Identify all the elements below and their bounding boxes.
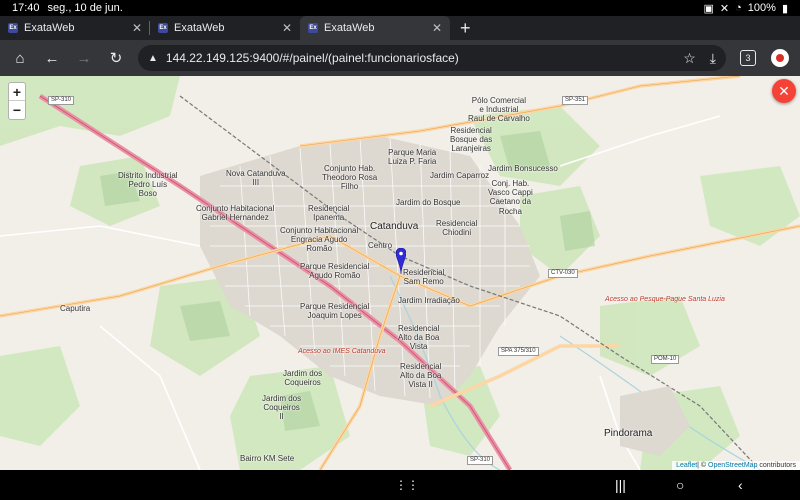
not-secure-icon[interactable]: ▲ [148, 53, 158, 64]
label-nova-catanduva: Nova Catanduva III [226, 169, 286, 188]
tab-title: ExataWeb [24, 22, 75, 34]
address-bar[interactable]: ▲ 144.22.149.125:9400/#/painel/(painel:f… [138, 45, 726, 71]
browser-toolbar: ⌂ ← → ↻ ▲ 144.22.149.125:9400/#/painel/(… [0, 40, 800, 76]
wifi-icon: ◔ [735, 2, 742, 14]
close-tab-icon[interactable]: ✕ [432, 21, 442, 35]
favicon-icon: Ex [308, 23, 318, 33]
road-shield-pom10: POM-10 [651, 355, 680, 364]
label-conj-vasco: Conj. Hab. Vasco Cappi Caetano da Rocha [488, 179, 533, 216]
map-attribution: Leaflet| © OpenStreetMap contributors [672, 461, 800, 470]
reload-icon[interactable]: ↻ [102, 44, 130, 72]
leaflet-link[interactable]: Leaflet [676, 462, 697, 469]
label-jardim-coqueiros-2: Jardim dos Coqueiros II [262, 394, 302, 422]
close-icon: ✕ [778, 82, 790, 99]
system-nav-bar: ⋮⋮ ||| ○ ‹ [0, 470, 800, 500]
app-drawer-icon[interactable]: ⋮⋮ [395, 478, 419, 492]
zoom-out-button[interactable]: − [9, 101, 25, 119]
close-map-button[interactable]: ✕ [772, 79, 796, 103]
url-text[interactable]: 144.22.149.125:9400/#/painel/(painel:fun… [166, 51, 675, 65]
attribution-sep: | © [697, 462, 709, 469]
road-shield-sp351: SP-351 [562, 96, 589, 105]
label-res-ipanema: Residencial Ipanema [308, 204, 350, 223]
close-tab-icon[interactable]: ✕ [282, 21, 292, 35]
road-shield-spa375: SPA 375/310 [498, 347, 539, 356]
recents-icon[interactable]: ||| [615, 477, 626, 493]
label-bosque-laranjeiras: Residencial Bosque das Laranjeiras [450, 126, 493, 154]
tab-switcher-button[interactable]: 3 [734, 44, 762, 72]
profile-button[interactable] [766, 44, 794, 72]
download-icon[interactable]: ⤓ [710, 50, 716, 67]
favicon-icon: Ex [158, 23, 168, 33]
status-date: seg., 10 de jun. [47, 2, 123, 14]
back-nav-icon[interactable]: ‹ [738, 477, 743, 493]
label-res-chiodini: Residencial Chiodini [436, 219, 478, 238]
label-conj-gabriel: Conjunto Habitacional Gabriel Hernandez [196, 204, 275, 223]
label-parque-joaquim: Parque Residencial Joaquim Lopes [300, 302, 370, 321]
label-caputira: Caputira [60, 304, 91, 313]
road-shield-sp310: SP-310 [48, 96, 75, 105]
label-jardim-irradiacao: Jardim Irradiação [398, 296, 460, 305]
lock-icon: ▣ [703, 2, 714, 15]
label-conj-engracia: Conjunto Habitacional Engracia Agudo Rom… [280, 226, 359, 254]
home-icon[interactable]: ⌂ [6, 44, 34, 72]
label-catanduva: Catanduva [370, 221, 419, 232]
location-pin-icon[interactable] [396, 248, 406, 274]
tab-title: ExataWeb [174, 22, 225, 34]
profile-icon [771, 49, 789, 67]
label-parque-agudo: Parque Residencial Agudo Romão [300, 262, 370, 281]
label-jardim-bosque: Jardim do Bosque [396, 198, 461, 207]
new-tab-button[interactable]: + [450, 16, 481, 40]
battery-icon: ▮ [781, 2, 788, 15]
label-bairro-km-sete: Bairro KM Sete [240, 454, 295, 463]
tab-2[interactable]: Ex ExataWeb ✕ [150, 16, 300, 40]
label-res-alto-vista-2: Residencial Alto da Boa Vista II [400, 362, 442, 390]
back-icon[interactable]: ← [38, 44, 66, 72]
label-parque-maria: Parque Maria Luiza P. Faria [388, 148, 437, 167]
tab-1[interactable]: Ex ExataWeb ✕ [0, 16, 150, 40]
label-jardim-caparroz: Jardim Caparroz [430, 171, 490, 180]
label-distrito-industrial: Distrito Industrial Pedro Luís Boso [118, 171, 178, 199]
road-shield-ctv030: CTV-030 [548, 269, 578, 278]
map-canvas[interactable]: Catanduva Centro Pólo Comercial e Indust… [0, 76, 800, 470]
label-jardim-bonsucesso: Jardim Bonsucesso [488, 164, 558, 173]
road-shield-sp310: SP-310 [467, 456, 494, 465]
label-res-alto-vista: Residencial Alto da Boa Vista [398, 324, 440, 352]
close-tab-icon[interactable]: ✕ [132, 21, 142, 35]
tab-strip: Ex ExataWeb ✕ Ex ExataWeb ✕ Ex ExataWeb … [0, 16, 800, 40]
home-nav-icon[interactable]: ○ [676, 477, 684, 493]
label-polo-comercial: Pólo Comercial e Industrial Raul de Carv… [468, 96, 530, 124]
tab-3-active[interactable]: Ex ExataWeb ✕ [300, 16, 450, 40]
favicon-icon: Ex [8, 23, 18, 33]
zoom-in-button[interactable]: + [9, 83, 25, 101]
label-res-sam-remo: Residencial Sam Remo [403, 268, 445, 287]
label-acesso-imes: Acesso ao IMES Catanduva [298, 348, 386, 355]
label-conj-theodoro: Conjunto Hab. Theodoro Rosa Filho [322, 164, 378, 192]
label-jardim-coqueiros: Jardim dos Coqueiros [283, 369, 323, 388]
mute-icon: ✕ [719, 2, 730, 15]
tab-count: 3 [740, 50, 756, 66]
status-time: 17:40 [12, 2, 40, 14]
attribution-contributors: contributors [757, 462, 796, 469]
status-bar: 17:40 seg., 10 de jun. ▣ ✕ ◔ 100% ▮ [0, 0, 800, 16]
battery-level: 100% [747, 2, 776, 14]
label-centro: Centro [368, 241, 393, 250]
tab-title: ExataWeb [324, 22, 375, 34]
label-acesso-pesque: Acesso ao Pesque-Pague Santa Luzia [605, 296, 725, 303]
osm-link[interactable]: OpenStreetMap [708, 462, 757, 469]
bookmark-star-icon[interactable]: ☆ [683, 50, 696, 67]
label-pindorama: Pindorama [604, 428, 653, 439]
zoom-control: + − [8, 82, 26, 120]
forward-icon[interactable]: → [70, 44, 98, 72]
